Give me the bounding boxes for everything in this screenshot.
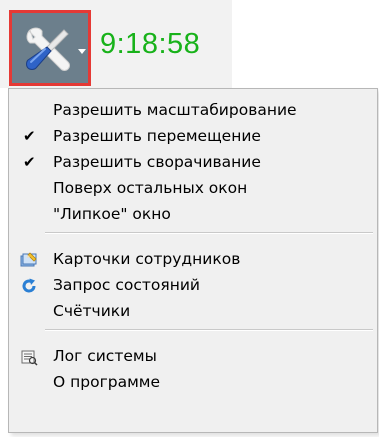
menu-item-allow-scaling[interactable]: Разрешить масштабирование: [9, 97, 377, 123]
menu-item-label: "Липкое" окно: [53, 205, 171, 223]
refresh-icon: [20, 277, 38, 295]
menu-separator: [45, 329, 373, 331]
clock-time: 9:18:58: [100, 28, 201, 60]
menu-item-label: Разрешить масштабирование: [53, 101, 297, 119]
menu-item-sticky-window[interactable]: "Липкое" окно: [9, 201, 377, 227]
tools-menu-button[interactable]: [9, 10, 91, 86]
tools-icon: [18, 20, 78, 80]
menu-item-label: Разрешить сворачивание: [53, 153, 261, 171]
menu-item-allow-moving[interactable]: ✔ Разрешить перемещение: [9, 123, 377, 149]
tools-dropdown-menu: Разрешить масштабирование ✔ Разрешить пе…: [8, 88, 378, 433]
menu-item-label: Поверх остальных окон: [53, 179, 248, 197]
toolbar: 9:18:58: [0, 0, 232, 88]
menu-item-label: Карточки сотрудников: [53, 250, 241, 268]
menu-item-label: Запрос состояний: [53, 276, 200, 294]
menu-item-always-on-top[interactable]: Поверх остальных окон: [9, 175, 377, 201]
employee-cards-icon: [20, 251, 38, 269]
menu-item-state-request[interactable]: Запрос состояний: [9, 272, 377, 298]
menu-item-label: Лог системы: [53, 347, 157, 365]
checkmark-icon: ✔: [23, 127, 36, 145]
menu-item-label: О программе: [53, 373, 160, 391]
checkmark-icon: ✔: [23, 153, 36, 171]
caret-down-icon: [78, 49, 86, 54]
menu-item-system-log[interactable]: Лог системы: [9, 343, 377, 369]
menu-separator: [45, 232, 373, 234]
menu-item-label: Разрешить перемещение: [53, 127, 261, 145]
menu-item-employee-cards[interactable]: Карточки сотрудников: [9, 246, 377, 272]
menu-item-allow-minimize[interactable]: ✔ Разрешить сворачивание: [9, 149, 377, 175]
menu-item-label: Счётчики: [53, 302, 131, 320]
log-icon: [20, 348, 38, 366]
menu-item-about[interactable]: О программе: [9, 369, 377, 395]
menu-item-counters[interactable]: Счётчики: [9, 298, 377, 324]
